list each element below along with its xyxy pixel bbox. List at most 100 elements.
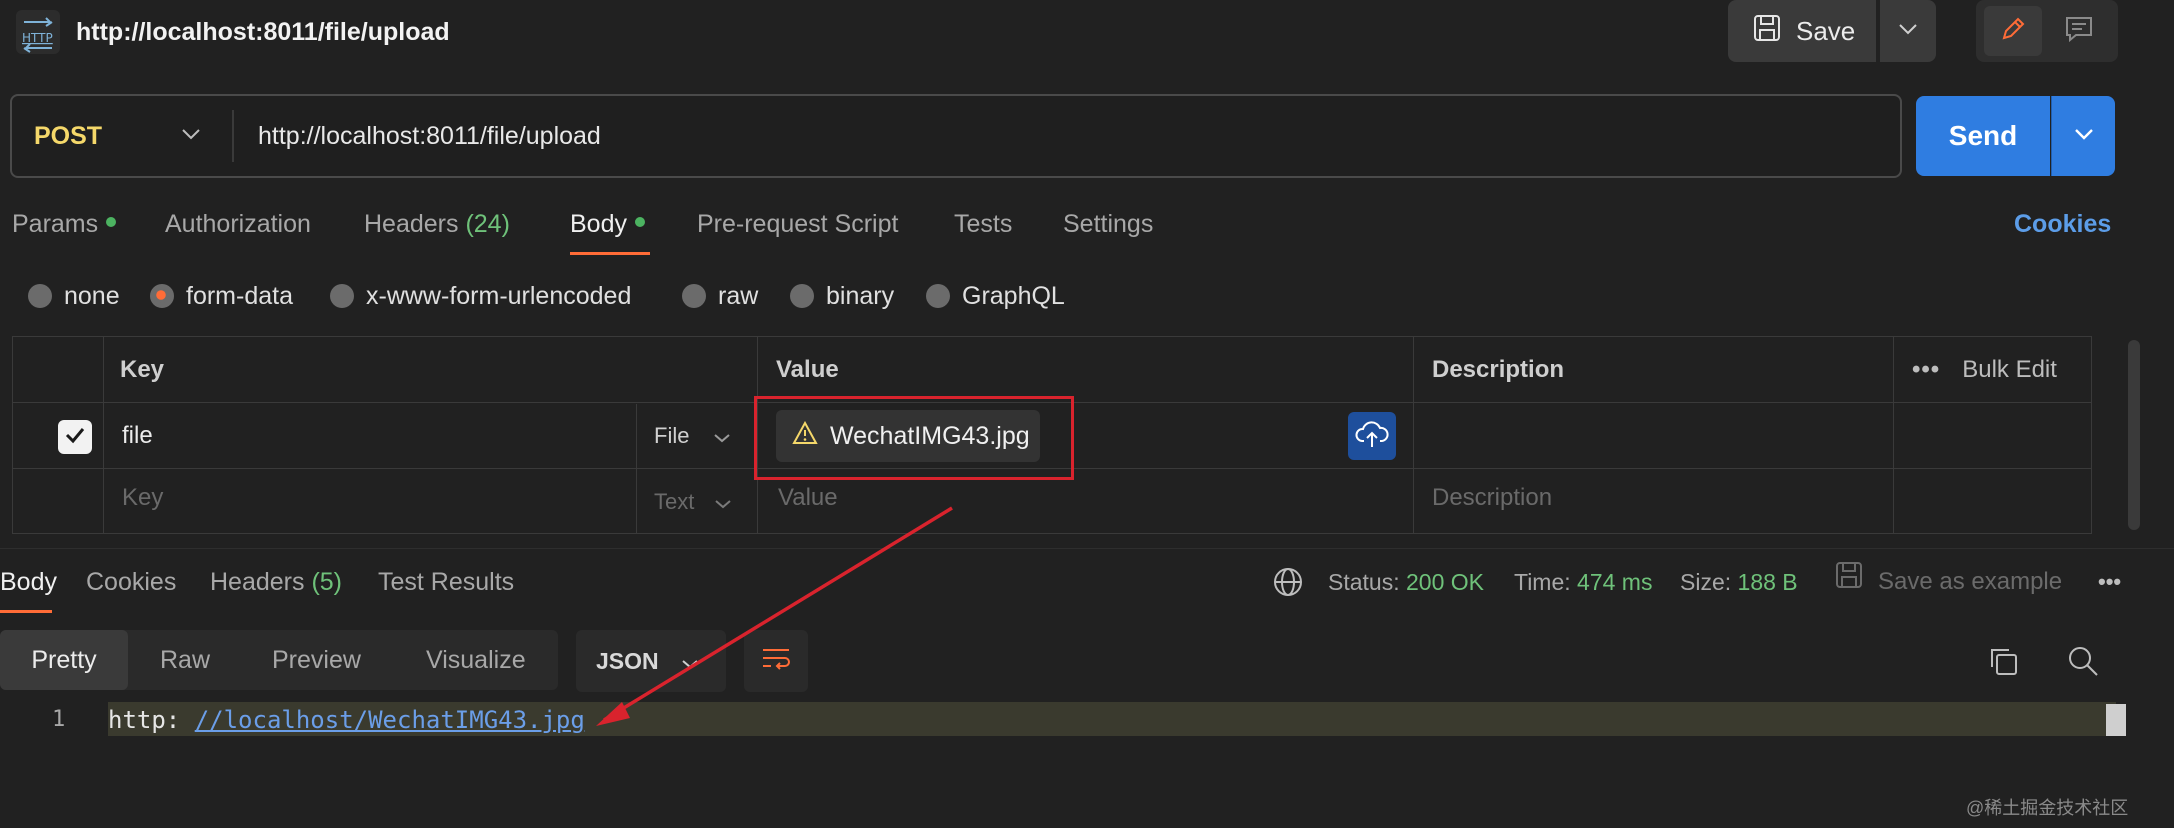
column-header-key: Key [120,356,165,383]
response-tab-test-results[interactable]: Test Results [378,562,514,602]
response-tab-body[interactable]: Body [0,562,57,602]
vertical-scrollbar[interactable] [2128,340,2140,530]
comments-button[interactable] [2050,6,2108,56]
radio-circle [790,284,814,308]
tab-body[interactable]: Body [570,204,645,244]
http-icon: HTTP [16,10,60,54]
view-pretty[interactable]: Pretty [0,630,128,690]
response-tab-cookies[interactable]: Cookies [86,562,176,602]
radio-form-data[interactable]: form-data [150,278,293,314]
send-button[interactable]: Send [1916,96,2050,176]
annotation-arrow [596,506,953,726]
pencil-icon [1999,15,2027,48]
save-options-button[interactable] [1880,0,1936,62]
cookies-link[interactable]: Cookies [2014,204,2111,244]
radio-circle-selected [150,284,174,308]
code-prefix: http: [108,706,195,734]
response-time: Time: 474 ms [1514,562,1652,602]
edit-button[interactable] [1984,6,2042,56]
radio-circle [926,284,950,308]
bulk-edit-label: Bulk Edit [1962,356,2057,383]
row-enabled-checkbox[interactable] [58,420,92,454]
save-example-label: Save as example [1878,567,2063,595]
response-body-line[interactable]: http: //localhost/WechatIMG43.jpg [108,704,585,736]
radio-circle [330,284,354,308]
response-headers-label: Headers [210,568,305,596]
save-label: Save [1796,15,1856,46]
save-as-example-button[interactable]: Save as example [1834,560,2062,603]
response-active-underline [0,610,52,613]
globe-icon[interactable] [1272,566,1304,603]
new-key-input[interactable]: Key [122,478,163,518]
bulk-edit-button[interactable]: ••• Bulk Edit [1912,350,2057,390]
view-raw[interactable]: Raw [160,630,210,690]
radio-binary[interactable]: binary [790,278,894,314]
row-type-label: File [654,423,690,448]
upload-file-button[interactable] [1348,412,1396,460]
radio-x-www-form-urlencoded[interactable]: x-www-form-urlencoded [330,278,631,314]
radio-none[interactable]: none [28,278,120,314]
response-divider [0,548,2174,549]
code-link[interactable]: //localhost/WechatIMG43.jpg [195,706,585,734]
response-headers-count: (5) [311,568,343,596]
view-visualize[interactable]: Visualize [426,630,526,690]
time-label: Time: [1514,569,1571,595]
tab-pre-request-label: Pre-request Script [697,210,899,238]
radio-circle [682,284,706,308]
radio-binary-label: binary [826,281,895,310]
save-button[interactable]: Save [1728,0,1876,62]
row-key[interactable]: file [122,416,153,456]
tab-tests[interactable]: Tests [954,204,1012,244]
radio-urlencoded-label: x-www-form-urlencoded [366,281,632,310]
response-tab-headers[interactable]: Headers (5) [210,562,342,602]
method-select[interactable]: POST [34,94,102,178]
radio-raw[interactable]: raw [682,278,758,314]
tab-authorization-label: Authorization [165,210,311,238]
method-dropdown[interactable] [176,94,206,178]
radio-graphql-label: GraphQL [962,281,1065,310]
line-number: 1 [52,707,66,732]
radio-raw-label: raw [718,281,759,310]
tab-settings[interactable]: Settings [1063,204,1153,244]
svg-text:HTTP: HTTP [22,31,53,45]
tab-body-label: Body [570,210,627,238]
check-icon [63,423,87,452]
new-description-input[interactable]: Description [1432,478,1552,518]
tab-headers-label: Headers [364,210,459,238]
column-header-description: Description [1432,356,1565,383]
tab-settings-label: Settings [1063,210,1154,238]
radio-circle [28,284,52,308]
url-input[interactable]: http://localhost:8011/file/upload [258,94,601,178]
cloud-upload-icon [1355,419,1389,454]
radio-graphql[interactable]: GraphQL [926,278,1065,314]
search-icon[interactable] [2066,644,2100,678]
chevron-down-icon [1898,22,1918,40]
comment-icon [2064,15,2094,48]
floppy-disk-icon [1834,560,1864,603]
tab-pre-request-script[interactable]: Pre-request Script [697,204,898,244]
chevron-down-icon [713,416,731,456]
watermark: @稀土掘金技术社区 [1966,798,2129,818]
size-value: 188 B [1737,569,1798,595]
tab-params[interactable]: Params [12,204,117,244]
floppy-disk-icon [1752,13,1782,50]
text-cursor [2106,704,2126,736]
more-horizontal-icon: ••• [1912,356,1941,383]
tab-headers[interactable]: Headers (24) [364,204,510,244]
row-type-select[interactable]: File [654,416,731,456]
radio-none-label: none [64,281,120,310]
column-header-value: Value [776,356,839,383]
params-indicator-dot [106,217,117,228]
tab-authorization[interactable]: Authorization [165,204,311,244]
view-preview[interactable]: Preview [272,630,361,690]
time-value: 474 ms [1577,569,1653,595]
send-options-button[interactable] [2051,96,2115,176]
more-options-icon[interactable]: ••• [2098,562,2121,602]
copy-icon[interactable] [1986,644,2020,678]
size-label: Size: [1680,569,1732,595]
chevron-down-icon [181,127,201,145]
tab-params-label: Params [12,210,99,238]
response-size: Size: 188 B [1680,562,1798,602]
status-label: Status: [1328,569,1400,595]
request-title: http://localhost:8011/file/upload [76,18,450,46]
